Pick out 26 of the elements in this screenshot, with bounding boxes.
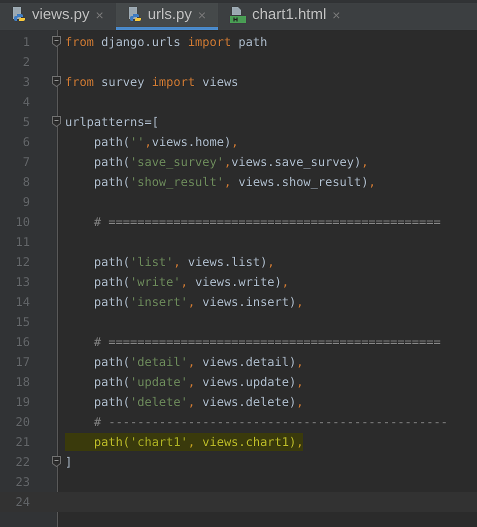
fold-marker-icon[interactable] bbox=[52, 36, 61, 47]
code-line: path('show_result', views.show_result), bbox=[92, 174, 376, 191]
code-line: urlpatterns=[ bbox=[65, 114, 159, 131]
editor-tab[interactable]: views.py × bbox=[0, 3, 116, 30]
code-line: path('list', views.list), bbox=[92, 254, 275, 271]
fold-marker-icon[interactable] bbox=[52, 116, 61, 127]
code-line: from django.urls import path bbox=[65, 34, 268, 51]
fold-marker-icon[interactable] bbox=[52, 76, 61, 87]
html-file-icon bbox=[230, 7, 246, 23]
code-line: ] bbox=[65, 454, 72, 471]
editor-tab[interactable]: urls.py × bbox=[116, 3, 218, 30]
code-line: path('write', views.write), bbox=[92, 274, 289, 291]
code-line: # ============================================== bbox=[92, 214, 441, 231]
code-line: path('',views.home), bbox=[92, 134, 238, 151]
code-line: from survey import views bbox=[65, 74, 238, 91]
fold-marker-icon[interactable] bbox=[52, 456, 61, 467]
code-line: # ============================================== bbox=[92, 334, 441, 351]
code-line: path('insert', views.insert), bbox=[92, 294, 304, 311]
code-line: path('delete', views.delete), bbox=[92, 394, 304, 411]
editor-tab[interactable]: chart1.html × bbox=[218, 3, 352, 30]
code-line: path('save_survey',views.save_survey), bbox=[92, 154, 368, 171]
code-line: path('update', views.update), bbox=[92, 374, 304, 391]
python-file-icon bbox=[128, 7, 142, 23]
code-line: # ----------------------------------------------- bbox=[92, 414, 448, 431]
code-line: path('detail', views.detail), bbox=[92, 354, 304, 371]
python-file-icon bbox=[12, 7, 26, 23]
